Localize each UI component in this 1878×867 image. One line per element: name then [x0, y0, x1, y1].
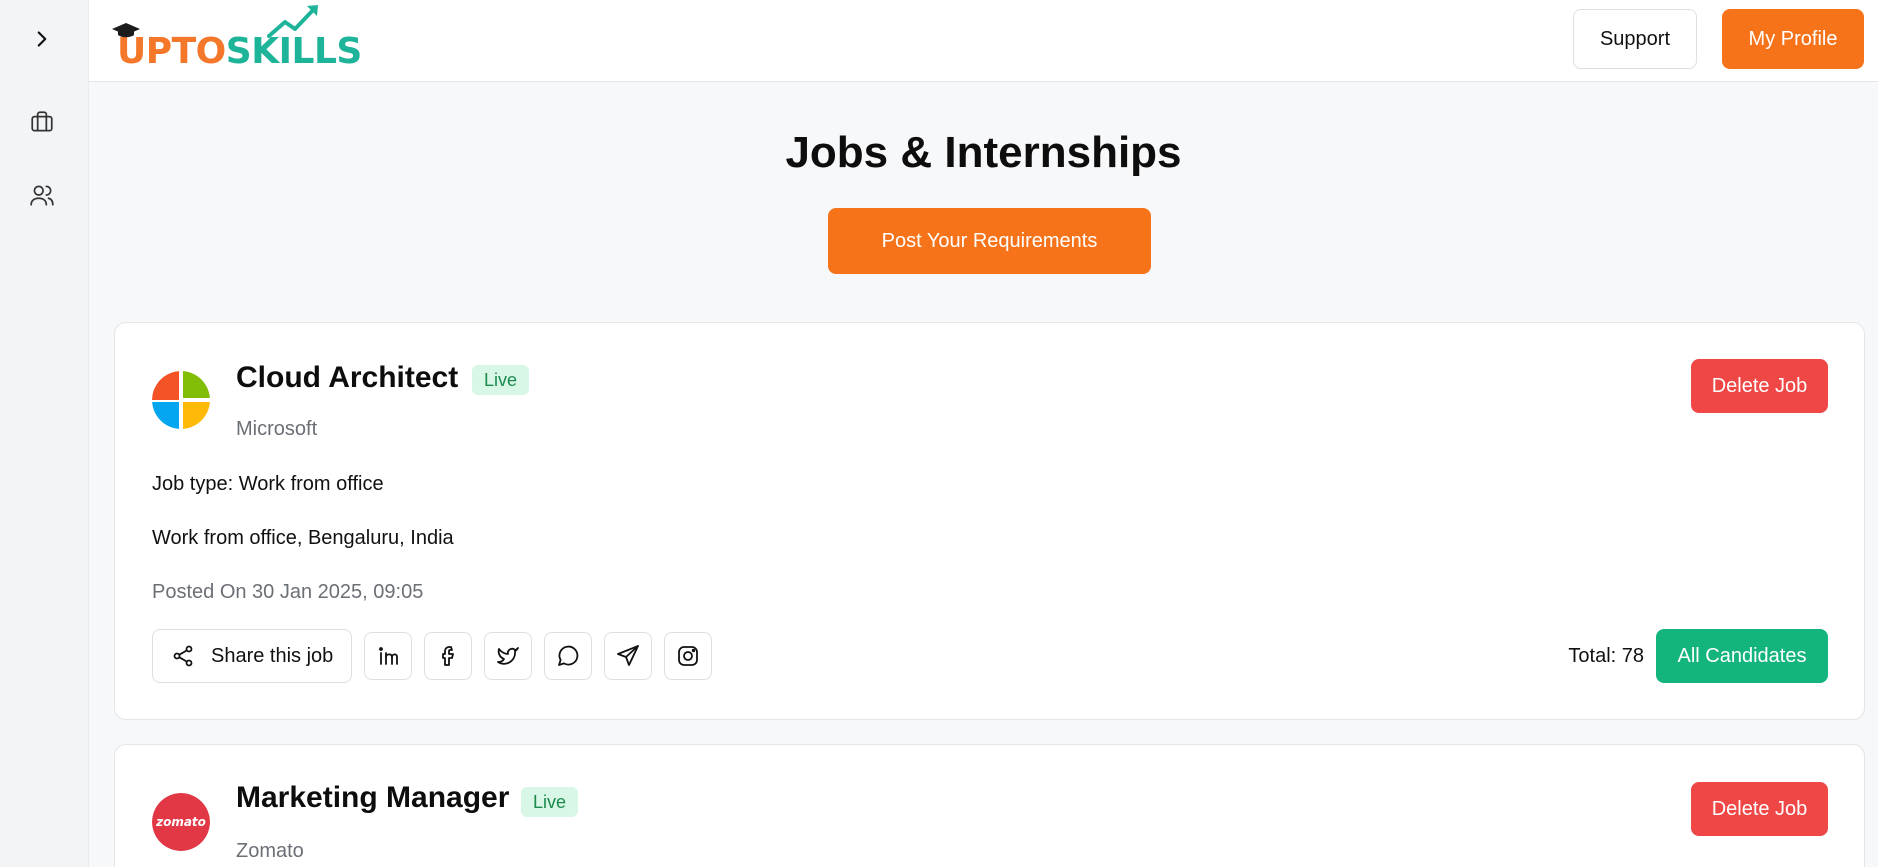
- growth-arrow-icon: [267, 5, 318, 38]
- company-name: Zomato: [236, 840, 304, 862]
- users-icon: [30, 185, 54, 206]
- zomato-logo: zomato: [152, 793, 210, 851]
- page-title: Jobs & Internships: [785, 128, 1182, 177]
- share-facebook-button[interactable]: [424, 632, 473, 680]
- graduation-cap-icon: [112, 23, 140, 38]
- job-title[interactable]: Marketing Manager: [236, 781, 509, 815]
- share-instagram-button[interactable]: [664, 632, 713, 680]
- linkedin-icon: [379, 647, 399, 665]
- share-whatsapp-button[interactable]: [544, 632, 593, 680]
- sidebar-item-jobs[interactable]: [27, 107, 57, 137]
- briefcase-icon: [31, 111, 53, 132]
- job-title[interactable]: Cloud Architect: [236, 361, 458, 395]
- sidebar: [0, 0, 89, 867]
- delete-job-button[interactable]: Delete Job: [1691, 359, 1828, 413]
- job-card: Cloud Architect Live Microsoft Delete Jo…: [114, 322, 1865, 720]
- support-button[interactable]: Support: [1573, 9, 1697, 69]
- status-badge: Live: [472, 365, 530, 395]
- all-candidates-button[interactable]: All Candidates: [1656, 629, 1828, 683]
- company-name: Microsoft: [236, 418, 318, 440]
- share-twitter-button[interactable]: [484, 632, 533, 680]
- sidebar-item-users[interactable]: [27, 180, 57, 210]
- job-location: Work from office, Bengaluru, India: [152, 527, 454, 549]
- uptoskills-logo[interactable]: UPTOSKILLS: [112, 5, 362, 70]
- share-row: Share this job: [152, 629, 713, 683]
- chevron-right-icon: [37, 31, 47, 47]
- share-job-button[interactable]: Share this job: [152, 629, 353, 683]
- top-header: UPTOSKILLS Support My Profile: [89, 0, 1878, 82]
- job-type: Job type: Work from office: [152, 473, 384, 495]
- total-candidates: Total: 78: [1568, 645, 1644, 667]
- delete-job-button[interactable]: Delete Job: [1691, 782, 1828, 836]
- posted-date: Posted On 30 Jan 2025, 09:05: [152, 581, 424, 603]
- expand-sidebar-button[interactable]: [27, 24, 57, 54]
- share-icon: [173, 645, 193, 667]
- twitter-icon: [497, 647, 520, 665]
- instagram-icon: [678, 646, 699, 666]
- status-badge: Live: [521, 787, 579, 817]
- zomato-logo-text: zomato: [155, 815, 206, 829]
- microsoft-logo: [152, 371, 210, 429]
- telegram-icon: [617, 645, 640, 666]
- my-profile-button[interactable]: My Profile: [1722, 9, 1864, 69]
- share-telegram-button[interactable]: [604, 632, 653, 680]
- facebook-icon: [442, 646, 455, 666]
- job-card: zomato Marketing Manager Live Zomato Del…: [114, 744, 1865, 867]
- share-linkedin-button[interactable]: [364, 632, 413, 680]
- share-label: Share this job: [211, 644, 334, 667]
- post-requirements-button[interactable]: Post Your Requirements: [828, 208, 1151, 274]
- whatsapp-icon: [558, 645, 579, 666]
